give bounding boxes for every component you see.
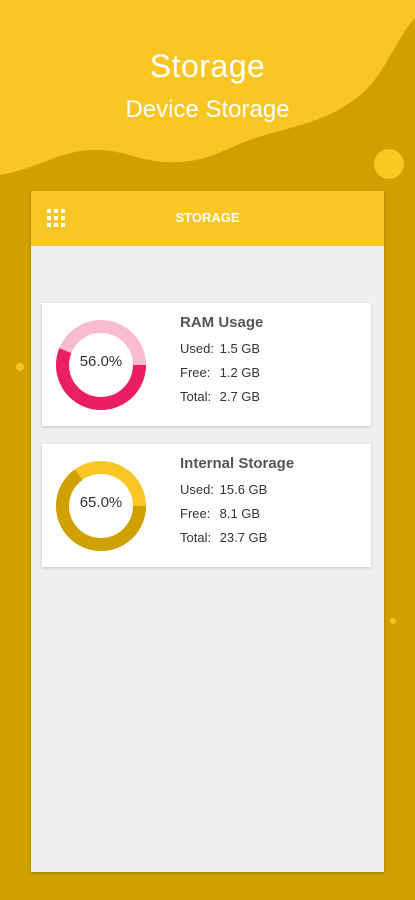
storage-percent-label: 65.0%: [79, 494, 123, 511]
ram-total-row: Total: 2.7 GB: [180, 389, 260, 404]
decorative-dot: [16, 363, 24, 371]
app-bar-title: STORAGE: [175, 210, 240, 225]
phone-screen: STORAGE 56.0% RAM Usage Used: 1.5 GB Fre…: [31, 191, 384, 872]
storage-free-label: Free:: [180, 506, 211, 521]
ram-used-value: 1.5 GB: [219, 341, 261, 356]
ram-total-value: 2.7 GB: [219, 389, 261, 404]
storage-free-value: 8.1 GB: [219, 506, 261, 521]
ram-percent-label: 56.0%: [79, 353, 123, 370]
storage-used-value: 15.6 GB: [219, 482, 268, 497]
page-title: Storage: [149, 48, 266, 84]
storage-free-row: Free: 8.1 GB: [180, 506, 260, 521]
ram-free-value: 1.2 GB: [219, 365, 261, 380]
ram-total-label: Total:: [180, 389, 212, 404]
storage-total-value: 23.7 GB: [219, 530, 268, 545]
ram-used-row: Used: 1.5 GB: [180, 341, 260, 356]
ram-free-label: Free:: [180, 365, 211, 380]
ram-used-label: Used:: [180, 341, 214, 356]
storage-card-title: Internal Storage: [180, 455, 295, 472]
app-bar: STORAGE: [31, 191, 384, 246]
ram-usage-card[interactable]: 56.0% RAM Usage Used: 1.5 GB Free: 1.2 G…: [42, 303, 371, 426]
decorative-dot: [390, 618, 396, 624]
storage-total-label: Total:: [180, 530, 212, 545]
ram-card-title: RAM Usage: [180, 314, 264, 331]
internal-storage-card[interactable]: 65.0% Internal Storage Used: 15.6 GB Fre…: [42, 444, 371, 567]
decorative-circle: [374, 149, 404, 179]
storage-total-row: Total: 23.7 GB: [180, 530, 267, 545]
ram-free-row: Free: 1.2 GB: [180, 365, 260, 380]
storage-used-label: Used:: [180, 482, 214, 497]
page-subtitle: Device Storage: [125, 96, 290, 123]
storage-used-row: Used: 15.6 GB: [180, 482, 267, 497]
